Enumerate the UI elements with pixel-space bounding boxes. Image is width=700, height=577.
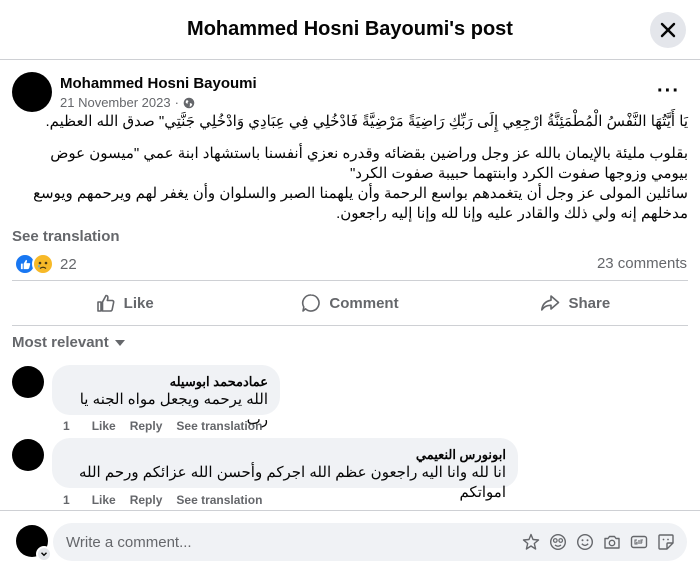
comment-like-button[interactable]: Like (92, 493, 116, 507)
comment-bubble: عمادمحمد ابوسيله الله يرحمه ويجعل مواه ا… (52, 365, 280, 428)
share-icon (541, 295, 560, 311)
sad-reaction-icon (32, 253, 54, 275)
comment-reaction-count: 1 (63, 493, 70, 507)
dialog-header: Mohammed Hosni Bayoumi's post (0, 0, 700, 60)
post-body: يَا أَيَّتُهَا النَّفْسُ الْمُطْمَئِنَّة… (12, 112, 688, 224)
like-button[interactable]: Like (12, 281, 237, 325)
close-button[interactable] (650, 12, 686, 48)
avatar-sticker-icon[interactable] (522, 533, 540, 551)
thumbs-up-icon (96, 294, 115, 312)
reaction-count: 22 (60, 255, 77, 273)
comment-label: Comment (329, 294, 399, 312)
post-author-name[interactable]: Mohammed Hosni Bayoumi (60, 75, 257, 92)
comment-input[interactable]: Write a comment... (53, 523, 687, 561)
emoji-smile-icon[interactable] (549, 533, 567, 551)
camera-icon[interactable] (603, 533, 621, 551)
comment-see-translation[interactable]: See translation (176, 493, 262, 507)
comment-actions: 1 Like Reply See translation (63, 419, 276, 433)
post-more-button[interactable]: ··· (657, 80, 680, 103)
globe-icon (183, 97, 195, 108)
comment-author[interactable]: عمادمحمد ابوسيله (64, 373, 268, 390)
comment-like-button[interactable]: Like (92, 419, 116, 433)
like-label: Like (123, 294, 154, 312)
comment-actions: 1 Like Reply See translation (63, 493, 276, 507)
comment-icon (302, 294, 321, 312)
close-icon (660, 22, 676, 38)
post-action-bar: Like Comment Share (12, 280, 688, 326)
comment-bubble: ابونورس النعيمي انا لله وانا اليه راجعون… (52, 438, 518, 501)
reaction-summary[interactable]: 22 (14, 253, 77, 275)
post-meta: 21 November 2023 · (60, 95, 195, 110)
post-paragraph: يَا أَيَّتُهَا النَّفْسُ الْمُطْمَئِنَّة… (45, 113, 688, 130)
composer-icons (522, 533, 675, 551)
composer-divider (0, 510, 700, 511)
smiley-icon[interactable] (576, 533, 594, 551)
sort-label: Most relevant (12, 334, 109, 351)
comment-reaction-count: 1 (63, 419, 70, 433)
commenter-avatar[interactable] (12, 366, 44, 398)
comment-sort-dropdown[interactable]: Most relevant (12, 334, 125, 351)
post-date[interactable]: 21 November 2023 (60, 95, 171, 110)
commenter-avatar[interactable] (12, 439, 44, 471)
share-label: Share (568, 294, 611, 312)
dialog-title: Mohammed Hosni Bayoumi's post (187, 18, 513, 40)
see-translation-link[interactable]: See translation (12, 228, 120, 245)
share-button[interactable]: Share (463, 281, 688, 325)
sticker-icon[interactable] (657, 533, 675, 551)
post-paragraph: بقلوب مليئة بالإيمان بالله عز وجل وراضين… (33, 145, 688, 222)
author-avatar[interactable] (12, 72, 52, 112)
comment-button[interactable]: Comment (237, 281, 462, 325)
comments-count-link[interactable]: 23 comments (597, 255, 687, 272)
meta-separator: · (174, 95, 179, 110)
comment-see-translation[interactable]: See translation (176, 419, 262, 433)
gif-icon[interactable] (630, 533, 648, 551)
comment-author[interactable]: ابونورس النعيمي (64, 446, 506, 463)
caret-down-icon (114, 339, 125, 346)
comment-input-placeholder: Write a comment... (66, 533, 192, 551)
comment-reply-button[interactable]: Reply (130, 493, 163, 507)
chevron-down-icon[interactable] (36, 546, 52, 562)
comment-reply-button[interactable]: Reply (130, 419, 163, 433)
